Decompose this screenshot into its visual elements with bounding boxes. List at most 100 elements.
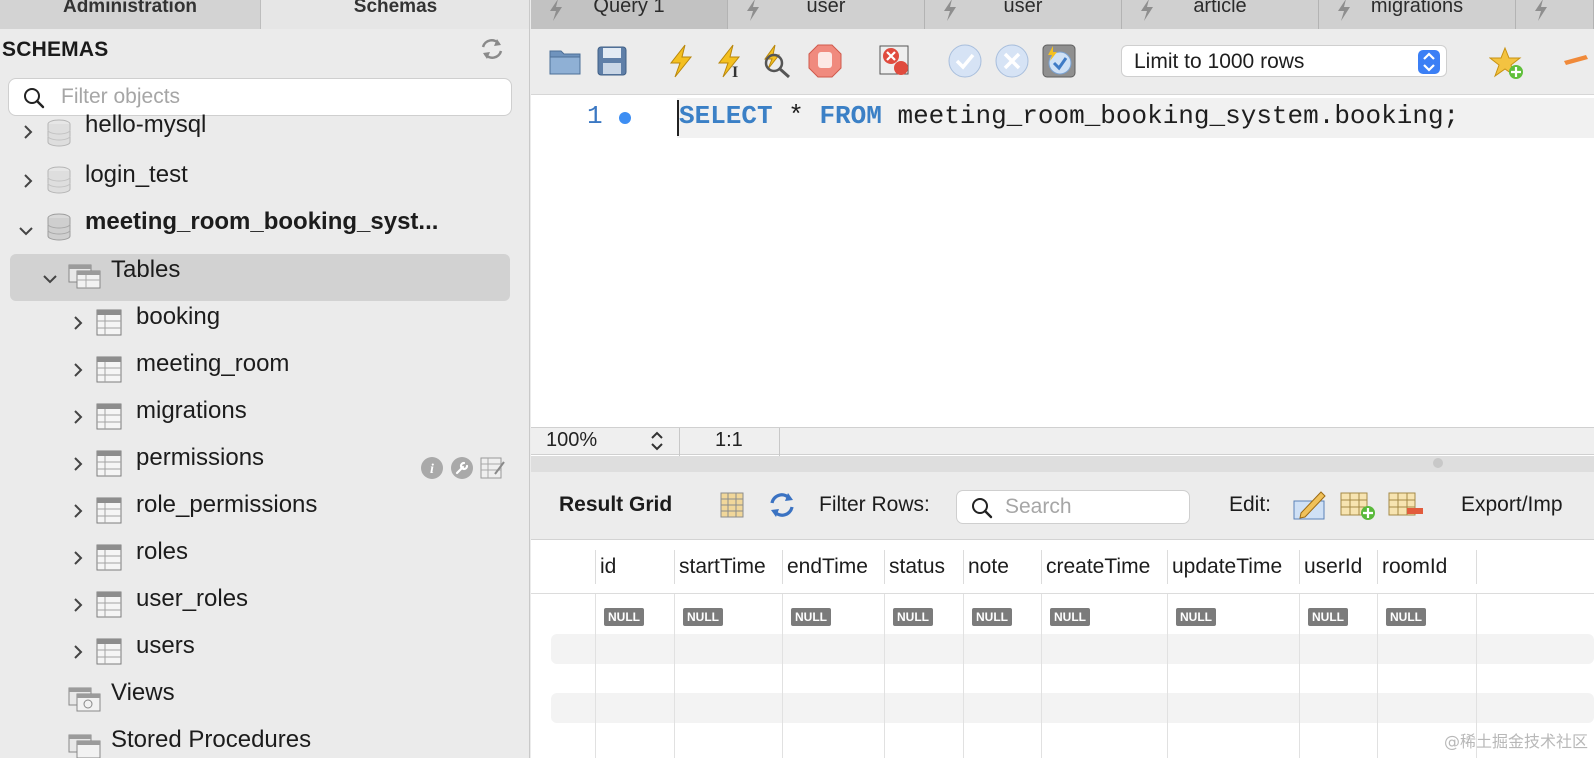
info-icon[interactable]: i [420, 456, 444, 480]
autocommit-icon[interactable] [1041, 43, 1077, 79]
column-header[interactable]: status [889, 555, 945, 579]
database-icon [47, 213, 71, 241]
empty-row [551, 693, 1594, 723]
database-icon [47, 166, 71, 194]
filter-objects-input[interactable] [61, 83, 501, 111]
splitter-handle[interactable] [1433, 458, 1443, 468]
open-folder-icon[interactable] [547, 43, 583, 79]
column-header[interactable]: createTime [1046, 555, 1150, 579]
sql-editor-area: Query 1 user user article migrations I L… [531, 0, 1594, 758]
tree-item-hello-mysql[interactable]: hello-mysql [0, 109, 529, 155]
chevron-down-icon[interactable] [18, 223, 34, 239]
explain-icon[interactable] [757, 43, 793, 79]
chevron-right-icon[interactable] [20, 173, 36, 189]
tree-item-label: booking [136, 303, 221, 330]
tree-item-label: Views [111, 679, 175, 706]
column-header[interactable]: updateTime [1172, 555, 1282, 579]
editor-status-bar: 100% 1:1 [531, 427, 1594, 456]
column-header[interactable]: endTime [787, 555, 868, 579]
tab-more[interactable] [1516, 0, 1594, 29]
panel-splitter[interactable] [531, 456, 1594, 472]
tab-migrations[interactable]: migrations [1319, 0, 1516, 29]
filter-rows-input[interactable] [1005, 494, 1185, 520]
commit-icon[interactable] [947, 43, 983, 79]
beautify-icon[interactable] [1556, 45, 1594, 81]
limit-rows-value: Limit to 1000 rows [1134, 50, 1305, 73]
tab-query-1[interactable]: Query 1 [531, 0, 728, 29]
tree-item-table[interactable]: users [0, 627, 529, 673]
tab-user-2[interactable]: user [925, 0, 1122, 29]
stop-on-error-icon[interactable] [877, 43, 913, 79]
null-cell[interactable]: NULL [972, 608, 1012, 626]
refresh-icon[interactable] [478, 36, 506, 62]
column-header[interactable]: roomId [1382, 555, 1447, 579]
lightning-icon [1535, 0, 1547, 21]
null-cell[interactable]: NULL [1050, 608, 1090, 626]
chevron-right-icon[interactable] [70, 456, 86, 472]
execute-icon[interactable] [663, 43, 699, 79]
null-cell[interactable]: NULL [683, 608, 723, 626]
chevron-right-icon[interactable] [70, 362, 86, 378]
null-cell[interactable]: NULL [1308, 608, 1348, 626]
null-cell[interactable]: NULL [1386, 608, 1426, 626]
select-stepper-icon[interactable] [1418, 50, 1440, 74]
save-icon[interactable] [594, 43, 630, 79]
chevron-right-icon[interactable] [70, 315, 86, 331]
null-cell[interactable]: NULL [604, 608, 644, 626]
filter-rows-field[interactable] [956, 490, 1190, 524]
add-snippet-star-icon[interactable] [1489, 45, 1525, 81]
null-cell[interactable]: NULL [893, 608, 933, 626]
execute-current-icon[interactable]: I [711, 43, 747, 79]
column-divider [674, 550, 675, 584]
tree-item-stored-procedures[interactable]: Stored Procedures [0, 721, 529, 758]
null-cell[interactable]: NULL [1176, 608, 1216, 626]
chevron-right-icon[interactable] [20, 124, 36, 140]
tree-item-tables[interactable]: Tables [0, 251, 529, 297]
tab-administration[interactable]: Administration [0, 0, 261, 29]
tab-article[interactable]: article [1122, 0, 1319, 29]
column-header[interactable]: note [968, 555, 1009, 579]
database-icon [47, 119, 71, 147]
chevron-right-icon[interactable] [70, 644, 86, 660]
tree-item-table[interactable]: meeting_room [0, 345, 529, 391]
edit-row-icon[interactable] [1291, 488, 1329, 522]
column-header[interactable]: userId [1304, 555, 1362, 579]
chevron-right-icon[interactable] [70, 550, 86, 566]
tree-item-meeting-room-booking-system[interactable]: meeting_room_booking_syst... [0, 203, 529, 249]
wrench-icon[interactable] [450, 456, 474, 480]
chevron-down-icon[interactable] [42, 271, 58, 287]
tab-user[interactable]: user [728, 0, 925, 29]
delete-row-icon[interactable] [1387, 488, 1425, 522]
add-row-icon[interactable] [1339, 488, 1377, 522]
tree-item-views[interactable]: Views [0, 674, 529, 720]
tree-item-table[interactable]: roles [0, 533, 529, 579]
result-grid-title[interactable]: Result Grid [559, 493, 672, 517]
sql-editor[interactable]: 1 SELECT * FROM meeting_room_booking_sys… [531, 95, 1594, 427]
column-divider [1167, 550, 1168, 584]
table-icon [96, 497, 122, 524]
tab-schemas[interactable]: Schemas [261, 0, 529, 29]
column-divider [782, 550, 783, 584]
column-header[interactable]: startTime [679, 555, 766, 579]
table-folder-icon [68, 264, 101, 289]
tree-item-login-test[interactable]: login_test [0, 156, 529, 202]
chevron-right-icon[interactable] [70, 409, 86, 425]
zoom-stepper-icon[interactable] [649, 430, 665, 452]
table-row[interactable]: NULL NULL NULL NULL NULL NULL NULL NULL … [531, 594, 1594, 634]
tree-item-table[interactable]: migrations [0, 392, 529, 438]
refresh-results-icon[interactable] [767, 490, 797, 520]
chevron-right-icon[interactable] [70, 503, 86, 519]
sql-query-text[interactable]: SELECT * FROM meeting_room_booking_syste… [679, 101, 1459, 131]
chevron-right-icon[interactable] [70, 597, 86, 613]
rollback-icon[interactable] [994, 43, 1030, 79]
tree-item-table[interactable]: user_roles [0, 580, 529, 626]
export-import-label[interactable]: Export/Imp [1461, 493, 1563, 517]
tree-item-table[interactable]: role_permissions [0, 486, 529, 532]
null-cell[interactable]: NULL [791, 608, 831, 626]
limit-rows-select[interactable]: Limit to 1000 rows [1121, 45, 1447, 77]
column-header[interactable]: id [600, 555, 616, 579]
table-data-icon[interactable] [480, 456, 506, 480]
stop-icon[interactable] [807, 43, 843, 79]
tree-item-table[interactable]: booking [0, 298, 529, 344]
grid-layout-icon[interactable] [717, 490, 747, 520]
